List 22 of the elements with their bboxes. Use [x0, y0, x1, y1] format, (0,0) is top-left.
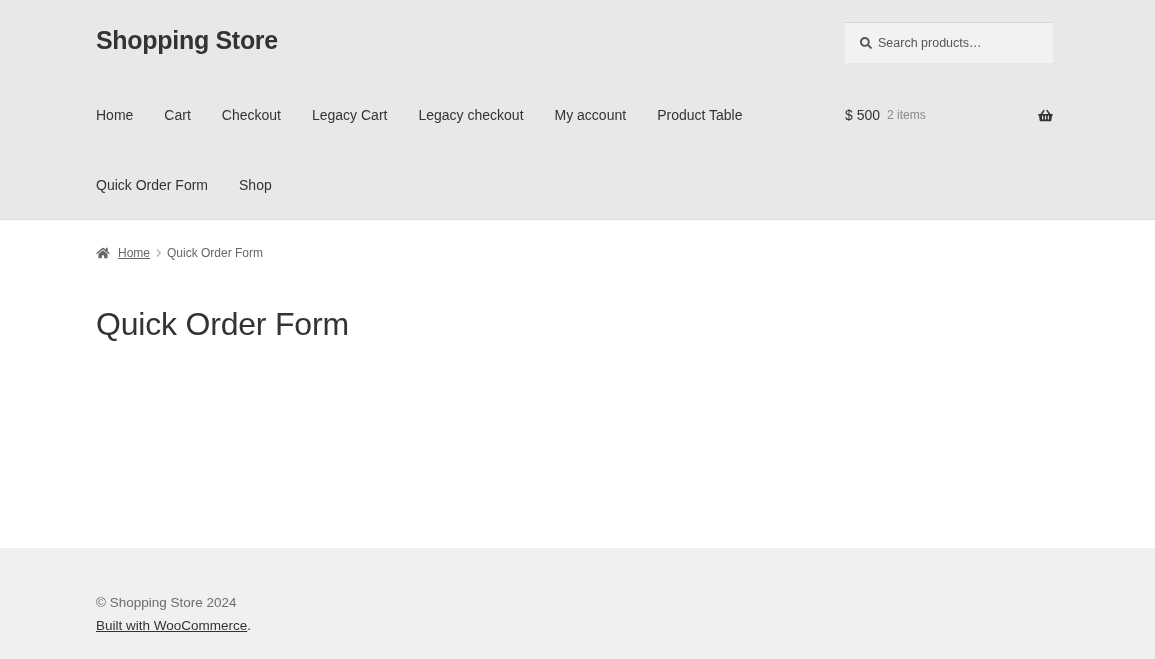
nav-link[interactable]: Product Table	[657, 80, 743, 150]
page-title: Quick Order Form	[96, 305, 350, 344]
footer-link[interactable]: Built with WooCommerce	[96, 618, 248, 633]
nav-link[interactable]: Shop	[239, 150, 272, 220]
credit-text: Built with WooCommerce.	[96, 617, 252, 635]
search-icon	[860, 37, 872, 49]
site-title[interactable]: Shopping Store	[96, 22, 278, 58]
nav-link[interactable]: Legacy checkout	[418, 80, 524, 150]
nav-link[interactable]: Checkout	[221, 80, 281, 150]
copyright-text: © Shopping Store 2024	[96, 594, 237, 612]
basket-icon[interactable]	[1038, 108, 1053, 122]
nav-link[interactable]: My account	[554, 80, 627, 150]
nav-link[interactable]: Cart	[164, 80, 191, 150]
home-icon	[96, 246, 110, 259]
nav-link[interactable]: Legacy Cart	[311, 80, 388, 150]
breadcrumb-current: Quick Order Form	[167, 245, 264, 260]
cart-total[interactable]: $ 500	[845, 107, 881, 123]
chevron-right-icon	[156, 248, 161, 257]
nav-link[interactable]: Quick Order Form	[96, 150, 208, 220]
search-field[interactable]: Search products…	[845, 22, 1053, 63]
nav-link[interactable]: Home	[96, 80, 134, 150]
breadcrumb-link[interactable]: Home	[118, 245, 150, 260]
